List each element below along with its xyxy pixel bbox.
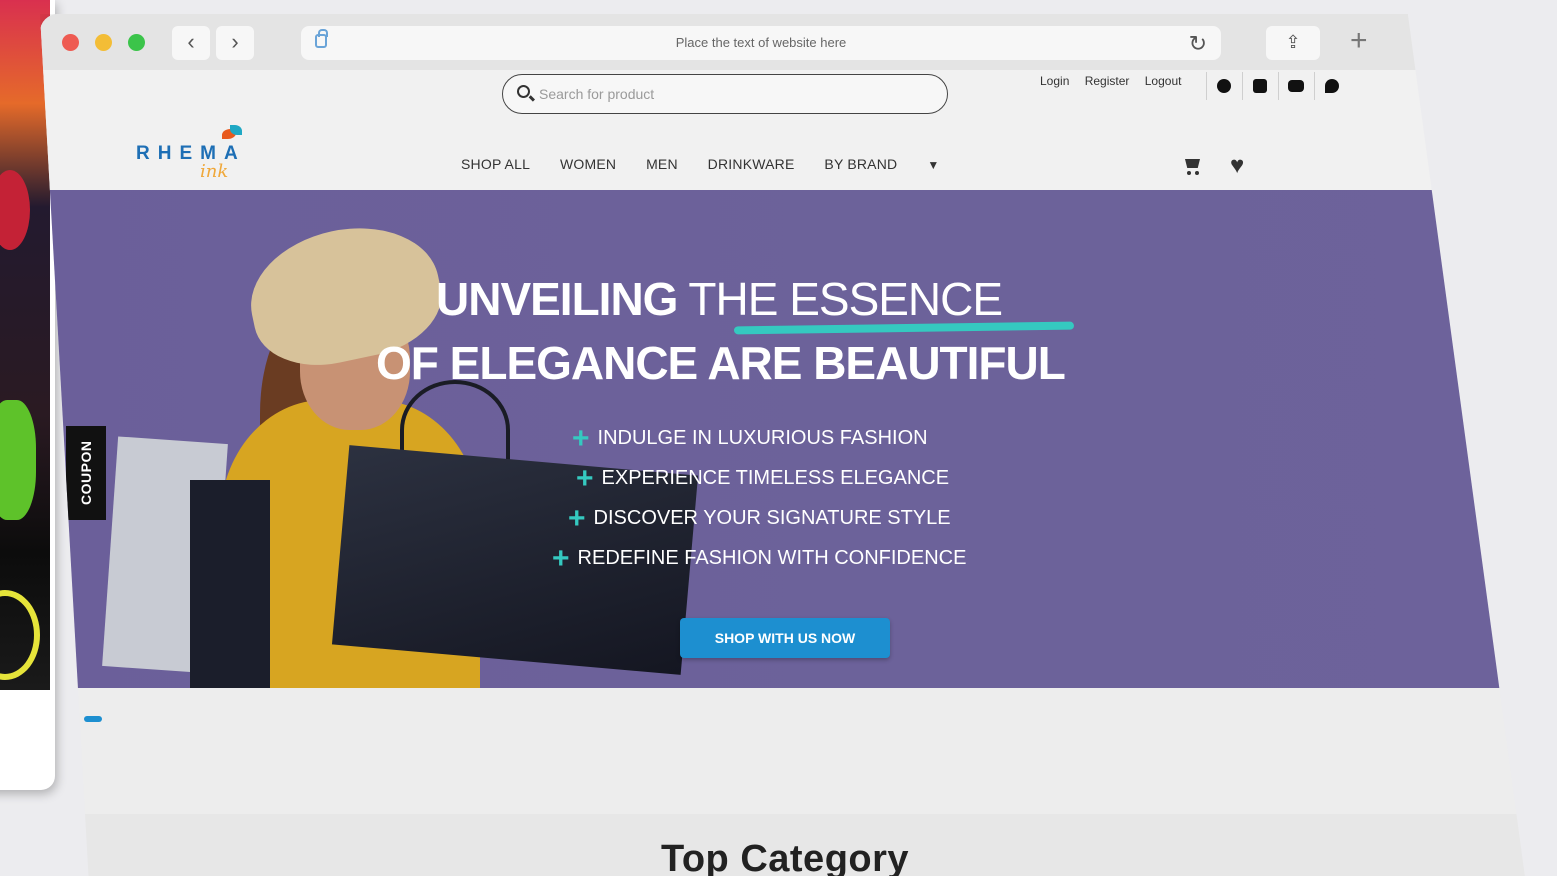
bullet-text: INDULGE IN LUXURIOUS FASHION — [597, 427, 928, 449]
chevron-left-icon: ‹ — [187, 29, 195, 54]
share-button[interactable]: ⇪ — [1266, 26, 1320, 60]
site-logo[interactable]: RHEMA ink — [136, 125, 256, 185]
bullet-text: DISCOVER YOUR SIGNATURE STYLE — [593, 507, 951, 529]
plus-icon: + — [568, 501, 586, 535]
instagram-icon — [1252, 78, 1267, 93]
cart-icon[interactable] — [1183, 156, 1203, 176]
shopping-bag — [190, 480, 270, 688]
art-shape — [0, 170, 30, 250]
forward-button[interactable]: › — [216, 26, 254, 60]
nav-by-brand[interactable]: BY BRAND ▼ — [824, 156, 965, 172]
new-tab-button[interactable]: + — [1350, 24, 1368, 58]
auth-links: Login Register Logout — [1040, 74, 1193, 88]
twitter-link[interactable] — [1314, 72, 1348, 100]
bullet-text: REDEFINE FASHION WITH CONFIDENCE — [577, 547, 967, 569]
facebook-icon — [1216, 78, 1231, 93]
register-link[interactable]: Register — [1085, 74, 1130, 88]
site-header: Login Register Logout RHEMA ink SHOP ALL… — [40, 70, 1530, 190]
bullet-item: + EXPERIENCE TIMELESS ELEGANCE — [576, 458, 990, 498]
bird-icon — [222, 125, 242, 143]
close-window-button[interactable] — [62, 34, 79, 51]
bullet-item: + INDULGE IN LUXURIOUS FASHION — [572, 418, 986, 458]
bullet-item: + REDEFINE FASHION WITH CONFIDENCE — [552, 538, 966, 578]
headline-thin: THE ESSENCE — [688, 273, 1003, 325]
hero-headline-line1: UNVEILING THE ESSENCE — [436, 272, 1003, 326]
nav-shop-all[interactable]: SHOP ALL — [461, 156, 530, 172]
hero-headline-line2: OF ELEGANCE ARE BEAUTIFUL — [376, 337, 1066, 389]
youtube-icon — [1287, 79, 1304, 92]
hero-model-image — [102, 211, 699, 688]
nav-women[interactable]: WOMEN — [560, 156, 616, 172]
address-text: Place the text of website here — [675, 35, 847, 50]
instagram-link[interactable] — [1242, 72, 1276, 100]
chevron-down-icon: ▼ — [927, 158, 940, 172]
plus-icon: + — [572, 421, 590, 455]
browser-window: ‹ › Place the text of website here ↻ ⇪ +… — [40, 14, 1530, 876]
logo-ink: ink — [200, 161, 229, 182]
chevron-right-icon: › — [231, 29, 239, 54]
shop-now-button[interactable]: SHOP WITH US NOW — [680, 618, 890, 658]
search-icon — [517, 85, 530, 98]
coupon-tab[interactable]: COUPON — [66, 426, 106, 520]
headline-bold: UNVEILING — [436, 273, 678, 325]
art-shape — [0, 590, 40, 680]
section-title: Top Category — [660, 838, 910, 876]
bullet-text: EXPERIENCE TIMELESS ELEGANCE — [601, 467, 950, 489]
maximize-window-button[interactable] — [128, 34, 145, 51]
back-button[interactable]: ‹ — [172, 26, 210, 60]
browser-titlebar: ‹ › Place the text of website here ↻ ⇪ + — [40, 14, 1530, 70]
hero-bullets: + INDULGE IN LUXURIOUS FASHION + EXPERIENC… — [550, 418, 966, 578]
logo-wordmark: RHEMA — [136, 143, 246, 164]
search-input[interactable] — [539, 84, 919, 104]
share-icon: ⇪ — [1285, 32, 1301, 52]
hero-banner: COUPON UNVEILING THE ESSENCE OF ELEGANCE… — [40, 190, 1530, 688]
reload-icon[interactable]: ↻ — [1189, 31, 1207, 57]
login-link[interactable]: Login — [1040, 74, 1069, 88]
bullet-item: + DISCOVER YOUR SIGNATURE STYLE — [568, 498, 982, 538]
nav-men[interactable]: MEN — [646, 156, 678, 172]
nav-by-brand-label: BY BRAND — [824, 156, 898, 172]
logout-link[interactable]: Logout — [1145, 74, 1182, 88]
art-shape — [0, 400, 36, 520]
youtube-link[interactable] — [1278, 72, 1312, 100]
nav-drinkware[interactable]: DRINKWARE — [708, 156, 795, 172]
facebook-link[interactable] — [1206, 72, 1240, 100]
address-bar[interactable]: Place the text of website here ↻ — [301, 26, 1221, 60]
minimize-window-button[interactable] — [95, 34, 112, 51]
carousel-indicator[interactable] — [84, 716, 102, 722]
plus-icon: + — [552, 541, 570, 575]
plus-icon: + — [576, 461, 594, 495]
twitter-icon — [1324, 78, 1339, 93]
main-nav: SHOP ALL WOMEN MEN DRINKWARE BY BRAND ▼ — [461, 156, 992, 172]
background-artwork — [0, 0, 50, 690]
search-bar[interactable] — [502, 74, 948, 114]
wishlist-heart-icon[interactable]: ♥ — [1230, 152, 1244, 180]
